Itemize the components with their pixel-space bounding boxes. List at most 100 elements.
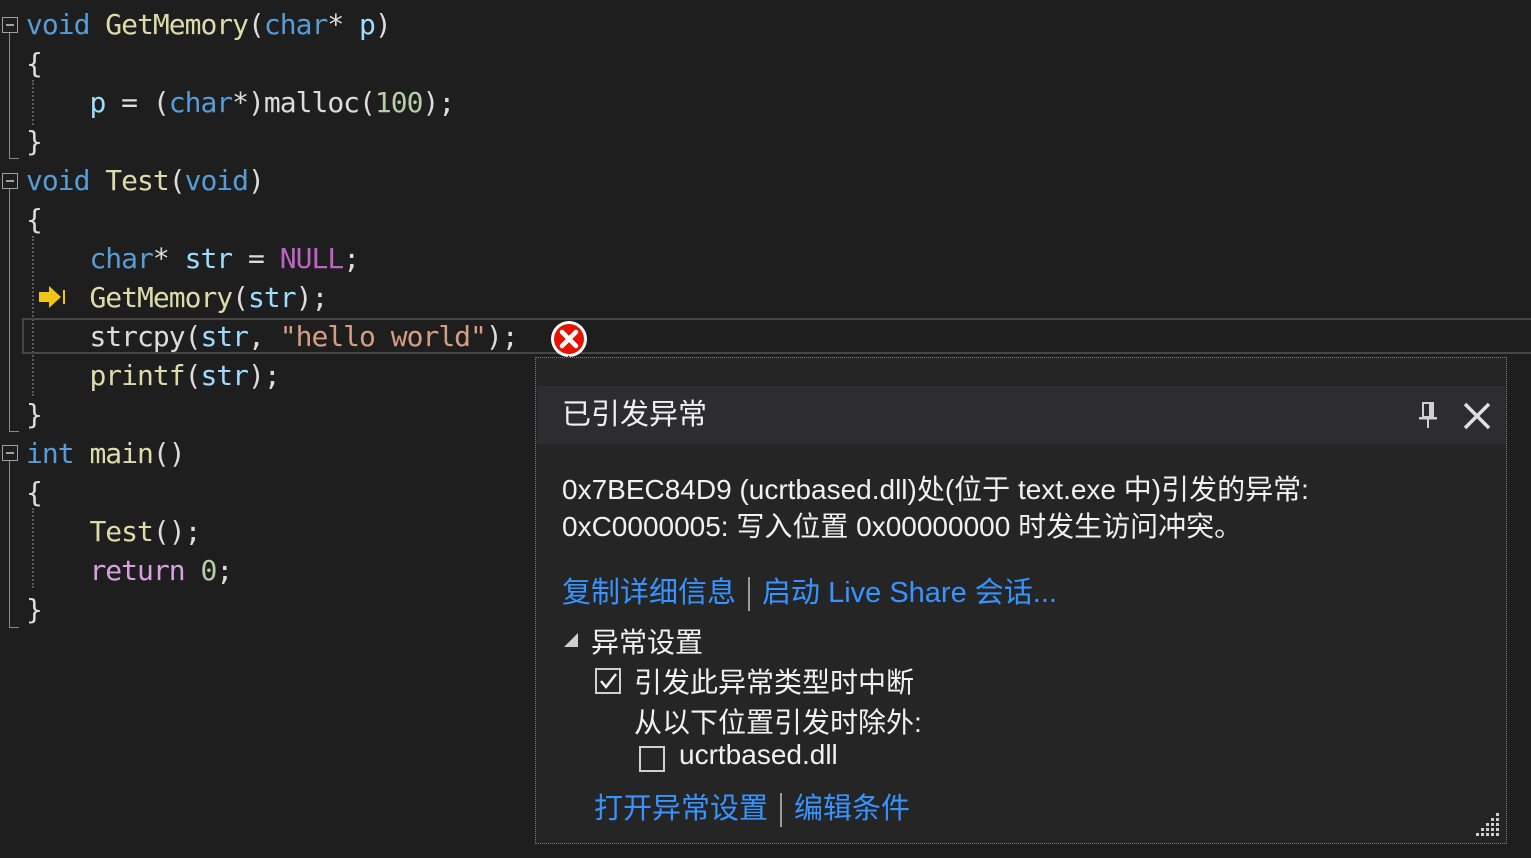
code-token: str [248, 281, 297, 314]
code-token: void [26, 8, 90, 41]
pin-icon[interactable] [1417, 400, 1439, 430]
code-token: char [263, 8, 328, 41]
code-token: char [168, 86, 233, 119]
code-line[interactable]: { [26, 44, 43, 83]
link-separator [748, 577, 751, 612]
code-token: = [232, 242, 280, 275]
exception-message-line2: 0xC0000005: 写入位置 0x00000000 时发生访问冲突。 [562, 511, 1243, 542]
code-token: "hello world" [279, 320, 487, 353]
edit-conditions-link[interactable]: 编辑条件 [794, 793, 910, 825]
code-token: ) [248, 164, 265, 197]
exception-popup: 已引发异常 0x7BEC84D9 (ucrtbased.dll)处(位于 tex… [535, 357, 1507, 844]
link-separator [780, 793, 783, 828]
code-token: , [248, 320, 280, 353]
code-token: = ( [105, 86, 170, 119]
code-line[interactable]: GetMemory(str); [26, 278, 329, 317]
code-line[interactable]: } [26, 122, 43, 161]
code-token: void [26, 164, 90, 197]
code-token: GetMemory [89, 281, 233, 314]
code-line[interactable]: Test(); [26, 512, 201, 551]
exception-settings-label: 异常设置 [591, 627, 704, 658]
code-token: GetMemory [105, 8, 249, 41]
code-token: malloc [263, 86, 360, 119]
live-share-link[interactable]: 启动 Live Share 会话... [762, 577, 1057, 609]
code-token: Test [105, 164, 169, 197]
code-token: p [89, 86, 106, 119]
settings-links: 打开异常设置 编辑条件 [594, 785, 910, 828]
fold-guide [9, 461, 10, 627]
code-token: ( [359, 86, 376, 119]
open-exception-settings-link[interactable]: 打开异常设置 [594, 793, 768, 825]
code-token: NULL [279, 242, 344, 275]
code-token: ( [232, 281, 249, 314]
code-line[interactable]: printf(str); [26, 356, 280, 395]
module-checkbox[interactable] [639, 746, 665, 772]
code-line[interactable]: int main() [26, 434, 186, 473]
code-token: } [26, 125, 43, 158]
code-token: } [26, 398, 43, 431]
error-icon [551, 321, 587, 357]
code-token: { [26, 47, 43, 80]
code-line[interactable]: void Test(void) [26, 161, 265, 200]
code-line[interactable]: return 0; [26, 551, 233, 590]
fold-guide-end [9, 158, 19, 159]
code-line[interactable]: { [26, 473, 43, 512]
code-token: strcpy [89, 320, 185, 353]
except-when-thrown-label: 从以下位置引发时除外: [634, 707, 922, 738]
code-token: ( [184, 320, 202, 353]
break-on-exception-checkbox[interactable] [595, 668, 621, 694]
copy-details-link[interactable]: 复制详细信息 [562, 577, 736, 609]
code-token: str [200, 320, 249, 353]
code-token: p [359, 8, 376, 41]
code-token: 0 [200, 554, 217, 587]
code-token: Test [89, 515, 153, 548]
fold-guide [9, 33, 10, 158]
code-token: ; [216, 554, 233, 587]
code-token: str [184, 242, 234, 275]
code-token: ); [422, 86, 455, 119]
code-token: int [26, 437, 75, 470]
code-line[interactable]: strcpy(str, "hello world"); [26, 317, 518, 356]
checkmark-icon [600, 673, 617, 689]
expanded-triangle-icon[interactable] [562, 632, 580, 648]
code-token: void [184, 164, 249, 197]
code-line[interactable]: p = (char*)malloc(100); [26, 83, 455, 122]
code-token: ; [343, 242, 360, 275]
collapse-icon[interactable] [2, 445, 18, 461]
code-token: return [89, 554, 185, 587]
code-token: * [327, 8, 360, 41]
code-line[interactable]: void GetMemory(char* p) [26, 5, 392, 44]
collapse-icon[interactable] [2, 173, 18, 189]
code-token: *) [232, 86, 265, 119]
code-token: ); [295, 281, 329, 314]
resize-grip-icon[interactable] [1474, 811, 1500, 837]
code-token: } [26, 593, 43, 626]
code-token: ); [485, 320, 519, 353]
code-token: () [152, 437, 186, 470]
code-token: { [26, 476, 43, 509]
code-token: main [89, 437, 153, 470]
collapse-icon[interactable] [2, 17, 18, 33]
code-line[interactable]: } [26, 395, 43, 434]
code-line[interactable]: } [26, 590, 43, 629]
popup-header: 已引发异常 [537, 386, 1505, 444]
code-line[interactable]: char* str = NULL; [26, 239, 360, 278]
fold-guide [9, 189, 10, 431]
code-token: ); [248, 359, 281, 392]
fold-guide-end [9, 627, 19, 628]
code-token: ) [374, 8, 392, 41]
code-line[interactable]: { [26, 200, 43, 239]
close-icon[interactable] [1461, 400, 1493, 432]
code-token: printf [89, 359, 185, 392]
code-token: 100 [374, 86, 424, 119]
code-token: ( [184, 359, 202, 392]
break-on-exception-label: 引发此异常类型时中断 [634, 667, 915, 698]
